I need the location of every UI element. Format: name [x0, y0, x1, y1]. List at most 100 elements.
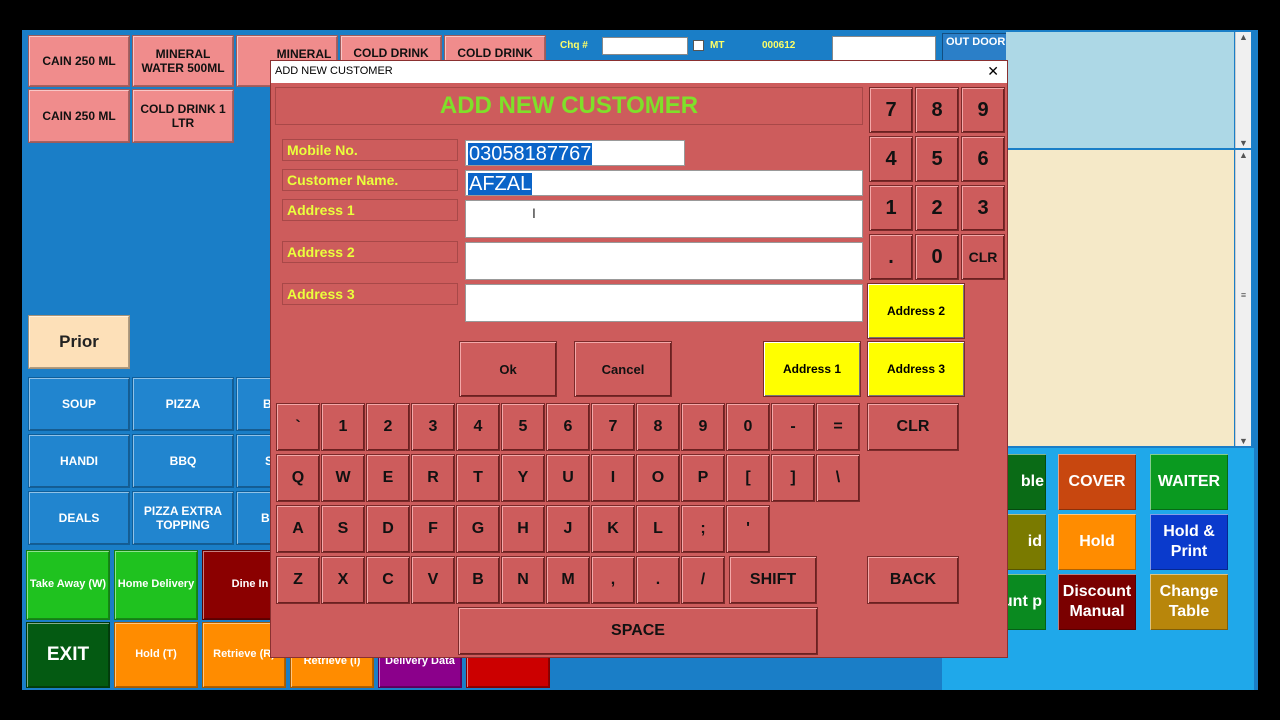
numpad-7[interactable]: 7 [869, 87, 913, 133]
address2-shortcut-button[interactable]: Address 2 [867, 283, 965, 339]
order-list-top[interactable] [1006, 32, 1234, 148]
key-shift[interactable]: SHIFT [729, 556, 817, 604]
key-period[interactable]: . [636, 556, 680, 604]
product-cain-250ml[interactable]: CAIN 250 ML [28, 35, 130, 87]
scroll-down-icon[interactable]: ▼ [1236, 436, 1251, 446]
mt-checkbox[interactable] [693, 40, 704, 51]
key-c[interactable]: C [366, 556, 410, 604]
key-2[interactable]: 2 [366, 403, 410, 451]
scroll-down-icon[interactable]: ▼ [1236, 138, 1251, 148]
scroll-thumb-icon[interactable]: ≡ [1236, 290, 1251, 300]
key-a[interactable]: A [276, 505, 320, 553]
key-backslash[interactable]: \ [816, 454, 860, 502]
top-input[interactable] [832, 36, 936, 62]
key-5[interactable]: 5 [501, 403, 545, 451]
key-q[interactable]: Q [276, 454, 320, 502]
hold-t-button[interactable]: Hold (T) [114, 622, 198, 688]
key-j[interactable]: J [546, 505, 590, 553]
category-handi[interactable]: HANDI [28, 434, 130, 488]
key-0[interactable]: 0 [726, 403, 770, 451]
key-minus[interactable]: - [771, 403, 815, 451]
category-pizza-extra-topping[interactable]: PIZZA EXTRA TOPPING [132, 491, 234, 545]
numpad-clr[interactable]: CLR [961, 234, 1005, 280]
key-space[interactable]: SPACE [458, 607, 818, 655]
key-9[interactable]: 9 [681, 403, 725, 451]
numpad-3[interactable]: 3 [961, 185, 1005, 231]
key-comma[interactable]: , [591, 556, 635, 604]
key-6[interactable]: 6 [546, 403, 590, 451]
close-icon[interactable]: ✕ [987, 63, 999, 80]
waiter-button[interactable]: WAITER [1150, 454, 1228, 510]
key-b[interactable]: B [456, 556, 500, 604]
numpad-1[interactable]: 1 [869, 185, 913, 231]
key-u[interactable]: U [546, 454, 590, 502]
scrollbar-top[interactable]: ▲ ▼ [1235, 32, 1251, 148]
key-f[interactable]: F [411, 505, 455, 553]
product-mineral-water-500ml[interactable]: MINERAL WATER 500ML [132, 35, 234, 87]
chq-input[interactable] [602, 37, 688, 55]
key-i[interactable]: I [591, 454, 635, 502]
category-soup[interactable]: SOUP [28, 377, 130, 431]
key-equals[interactable]: = [816, 403, 860, 451]
key-apostrophe[interactable]: ' [726, 505, 770, 553]
key-o[interactable]: O [636, 454, 680, 502]
key-r[interactable]: R [411, 454, 455, 502]
key-l[interactable]: L [636, 505, 680, 553]
numpad-4[interactable]: 4 [869, 136, 913, 182]
key-d[interactable]: D [366, 505, 410, 553]
mobile-input[interactable]: 03058187767 [465, 140, 685, 166]
key-w[interactable]: W [321, 454, 365, 502]
category-bbq[interactable]: BBQ [132, 434, 234, 488]
key-p[interactable]: P [681, 454, 725, 502]
key-open-bracket[interactable]: [ [726, 454, 770, 502]
address3-shortcut-button[interactable]: Address 3 [867, 341, 965, 397]
key-t[interactable]: T [456, 454, 500, 502]
address1-shortcut-button[interactable]: Address 1 [763, 341, 861, 397]
product-cain-250ml-2[interactable]: CAIN 250 ML [28, 89, 130, 143]
order-list[interactable] [1006, 150, 1234, 446]
numpad-dot[interactable]: . [869, 234, 913, 280]
product-cold-drink-1ltr[interactable]: COLD DRINK 1 LTR [132, 89, 234, 143]
key-x[interactable]: X [321, 556, 365, 604]
key-g[interactable]: G [456, 505, 500, 553]
category-pizza[interactable]: PIZZA [132, 377, 234, 431]
address3-input[interactable] [465, 284, 863, 322]
cover-button[interactable]: COVER [1058, 454, 1136, 510]
key-close-bracket[interactable]: ] [771, 454, 815, 502]
customer-name-input[interactable]: AFZAL [465, 170, 863, 196]
address1-input[interactable]: I [465, 200, 863, 238]
key-v[interactable]: V [411, 556, 455, 604]
take-away-button[interactable]: Take Away (W) [26, 550, 110, 620]
hold-print-button[interactable]: Hold & Print [1150, 514, 1228, 570]
key-semicolon[interactable]: ; [681, 505, 725, 553]
key-clr[interactable]: CLR [867, 403, 959, 451]
prior-button[interactable]: Prior [28, 315, 130, 369]
numpad-5[interactable]: 5 [915, 136, 959, 182]
key-k[interactable]: K [591, 505, 635, 553]
numpad-0[interactable]: 0 [915, 234, 959, 280]
key-4[interactable]: 4 [456, 403, 500, 451]
numpad-9[interactable]: 9 [961, 87, 1005, 133]
key-y[interactable]: Y [501, 454, 545, 502]
scroll-up-icon[interactable]: ▲ [1236, 32, 1251, 42]
key-h[interactable]: H [501, 505, 545, 553]
change-table-button[interactable]: Change Table [1150, 574, 1228, 630]
key-8[interactable]: 8 [636, 403, 680, 451]
key-n[interactable]: N [501, 556, 545, 604]
numpad-8[interactable]: 8 [915, 87, 959, 133]
category-deals[interactable]: DEALS [28, 491, 130, 545]
key-3[interactable]: 3 [411, 403, 455, 451]
home-delivery-button[interactable]: Home Delivery [114, 550, 198, 620]
hold-button[interactable]: Hold [1058, 514, 1136, 570]
key-7[interactable]: 7 [591, 403, 635, 451]
key-slash[interactable]: / [681, 556, 725, 604]
numpad-6[interactable]: 6 [961, 136, 1005, 182]
exit-button[interactable]: EXIT [26, 622, 110, 688]
ok-button[interactable]: Ok [459, 341, 557, 397]
key-s[interactable]: S [321, 505, 365, 553]
key-e[interactable]: E [366, 454, 410, 502]
key-backtick[interactable]: ` [276, 403, 320, 451]
key-z[interactable]: Z [276, 556, 320, 604]
key-1[interactable]: 1 [321, 403, 365, 451]
scroll-up-icon[interactable]: ▲ [1236, 150, 1251, 160]
